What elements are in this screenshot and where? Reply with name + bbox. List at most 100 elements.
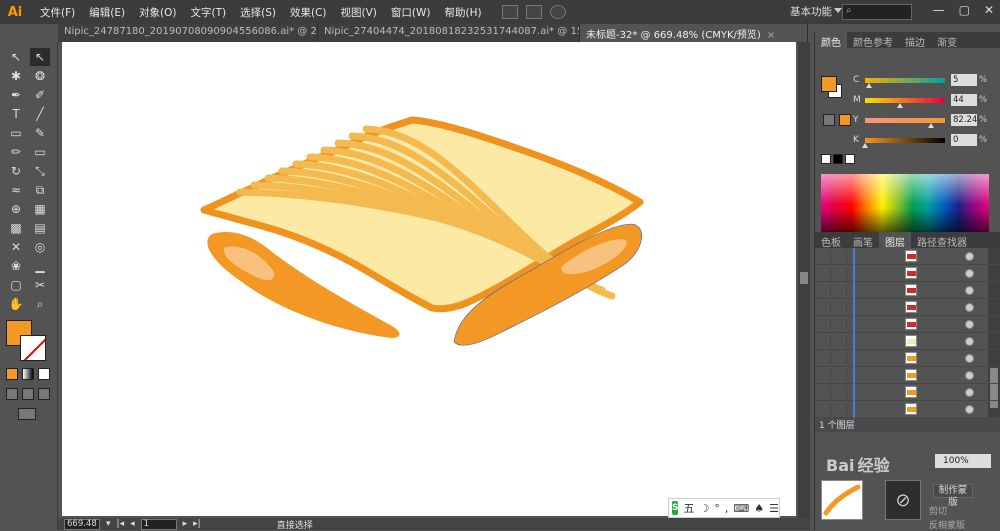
menu-item[interactable]: 视图(V) xyxy=(341,5,377,20)
target-icon[interactable] xyxy=(965,388,974,397)
lasso-tool[interactable]: ❂ xyxy=(30,67,50,85)
lock-toggle[interactable] xyxy=(835,319,847,330)
layer-row[interactable] xyxy=(815,299,1000,316)
fill-swatch[interactable] xyxy=(821,76,837,92)
ime-mode[interactable]: 五 xyxy=(683,500,694,516)
keyboard-icon[interactable]: ⌨ xyxy=(733,502,749,515)
artboard[interactable] xyxy=(62,42,796,516)
target-icon[interactable] xyxy=(965,320,974,329)
tab-layers[interactable]: 图层 xyxy=(879,232,911,249)
close-icon[interactable]: × xyxy=(767,30,775,41)
target-icon[interactable] xyxy=(965,269,974,278)
close-button[interactable]: ✕ xyxy=(984,3,994,17)
slider-track[interactable] xyxy=(865,97,945,108)
first-page-icon[interactable]: |◂ xyxy=(117,519,125,529)
tab-gradient[interactable]: 渐变 xyxy=(931,32,963,49)
slider-knob[interactable] xyxy=(862,142,868,148)
lock-toggle[interactable] xyxy=(835,251,847,262)
visibility-toggle[interactable] xyxy=(819,404,831,415)
draw-inside-button[interactable] xyxy=(38,388,50,400)
direct-selection-tool[interactable]: ↖ xyxy=(30,48,50,66)
tab-brushes[interactable]: 画笔 xyxy=(847,232,879,249)
bridge-button[interactable] xyxy=(501,5,518,19)
cmyk-slider-m[interactable]: M 44% xyxy=(853,94,987,108)
arrange-documents-button[interactable] xyxy=(525,5,542,19)
gradient-button[interactable] xyxy=(22,368,34,380)
width-tool[interactable]: ≈ xyxy=(6,181,26,199)
lock-toggle[interactable] xyxy=(835,387,847,398)
lock-toggle[interactable] xyxy=(835,404,847,415)
slider-track[interactable] xyxy=(862,137,945,148)
shape-builder-tool[interactable]: ⊕ xyxy=(6,200,26,218)
hand-tool[interactable]: ✋ xyxy=(6,295,26,313)
visibility-toggle[interactable] xyxy=(819,285,831,296)
rectangle-tool[interactable]: ▭ xyxy=(6,124,26,142)
zoom-level-field[interactable]: 669.48 xyxy=(64,518,100,530)
white-color-cell[interactable] xyxy=(845,154,855,164)
ime-toolbar[interactable]: S 五 ☽ ° , ⌨ ♠ ☰ xyxy=(668,498,780,518)
lock-toggle[interactable] xyxy=(835,302,847,313)
layer-row[interactable] xyxy=(815,401,1000,418)
target-icon[interactable] xyxy=(965,354,974,363)
menu-item[interactable]: 选择(S) xyxy=(240,5,276,20)
chevron-down-icon[interactable]: ▾ xyxy=(106,519,111,529)
cmyk-slider-c[interactable]: C 5% xyxy=(853,74,987,88)
visibility-toggle[interactable] xyxy=(819,336,831,347)
draw-behind-button[interactable] xyxy=(22,388,34,400)
symbol-sprayer-tool[interactable]: ❀ xyxy=(6,257,26,275)
menu-item[interactable]: 文字(T) xyxy=(191,5,227,20)
menu-item[interactable]: 文件(F) xyxy=(40,5,75,20)
draw-normal-button[interactable] xyxy=(6,388,18,400)
rotate-tool[interactable]: ↻ xyxy=(6,162,26,180)
target-icon[interactable] xyxy=(965,371,974,380)
tab-color-guide[interactable]: 颜色参考 xyxy=(847,32,899,49)
paintbrush-tool[interactable]: ✎ xyxy=(30,124,50,142)
none-color-cell[interactable] xyxy=(821,154,831,164)
target-icon[interactable] xyxy=(965,252,974,261)
curvature-tool[interactable]: ✐ xyxy=(30,86,50,104)
artwork[interactable] xyxy=(62,42,796,516)
slider-track[interactable] xyxy=(865,117,945,128)
skin-icon[interactable]: ♠ xyxy=(754,502,764,515)
lock-toggle[interactable] xyxy=(835,370,847,381)
workspace-switcher[interactable]: 基本功能 xyxy=(790,4,832,19)
stroke-color-swatch[interactable] xyxy=(20,335,46,361)
eyedropper-tool[interactable]: ✕ xyxy=(6,238,26,256)
chevron-down-icon[interactable] xyxy=(834,8,842,13)
cmyk-slider-y[interactable]: Y 82.24% xyxy=(853,114,987,128)
comma-icon[interactable]: , xyxy=(725,502,729,515)
visibility-toggle[interactable] xyxy=(819,268,831,279)
menu-item[interactable]: 对象(O) xyxy=(139,5,176,20)
menu-item[interactable]: 编辑(E) xyxy=(89,5,125,20)
layer-row[interactable] xyxy=(815,316,1000,333)
channel-value-field[interactable]: 82.24 xyxy=(951,114,977,126)
selection-tool[interactable]: ↖ xyxy=(6,48,26,66)
visibility-toggle[interactable] xyxy=(819,370,831,381)
last-page-icon[interactable]: ▸| xyxy=(193,519,201,529)
color-button[interactable] xyxy=(6,368,18,380)
gpu-performance-button[interactable] xyxy=(549,5,566,19)
visibility-toggle[interactable] xyxy=(819,302,831,313)
channel-value-field[interactable]: 5 xyxy=(951,74,977,86)
perspective-grid-tool[interactable]: ▦ xyxy=(30,200,50,218)
tab-stroke[interactable]: 描边 xyxy=(899,32,931,49)
layer-row[interactable] xyxy=(815,333,1000,350)
visibility-toggle[interactable] xyxy=(819,319,831,330)
canvas-area[interactable] xyxy=(58,42,798,518)
layer-row[interactable] xyxy=(815,367,1000,384)
slider-knob[interactable] xyxy=(927,122,934,128)
gradient-tool[interactable]: ▤ xyxy=(30,219,50,237)
cmyk-slider-k[interactable]: K 0% xyxy=(853,134,987,148)
clip-checkbox[interactable]: 剪切 xyxy=(929,504,947,517)
visibility-toggle[interactable] xyxy=(819,251,831,262)
slider-knob[interactable] xyxy=(866,82,872,88)
screen-mode-button[interactable] xyxy=(18,408,36,420)
page-number-field[interactable]: 1 xyxy=(140,518,177,530)
tab-color[interactable]: 颜色 xyxy=(815,32,847,49)
scale-tool[interactable]: ⤡ xyxy=(30,162,50,180)
punct-icon[interactable]: ° xyxy=(714,502,720,515)
invert-mask-checkbox[interactable]: 反相蒙版 xyxy=(929,518,965,531)
zoom-tool[interactable]: ⌕ xyxy=(30,295,50,313)
gamut-swatch[interactable] xyxy=(839,114,851,126)
maximize-button[interactable]: ▢ xyxy=(959,3,970,17)
